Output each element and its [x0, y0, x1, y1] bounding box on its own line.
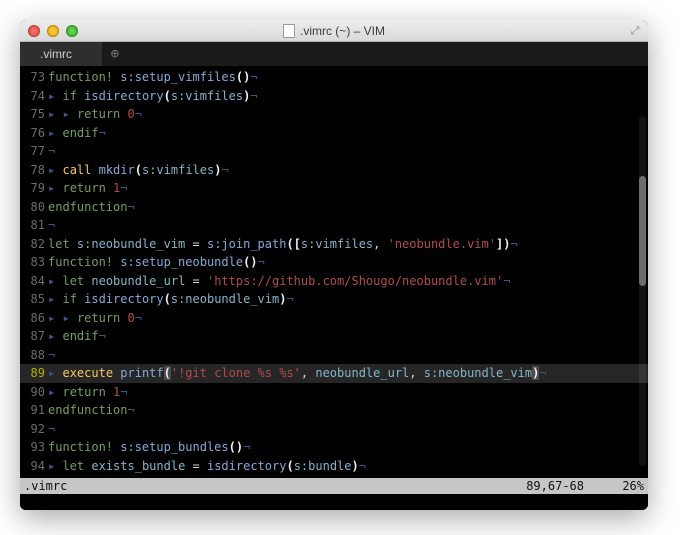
code-line: 90▸ return 1¬ [20, 383, 648, 402]
code-line: 91endfunction¬ [20, 401, 648, 420]
minimize-icon[interactable] [47, 25, 59, 37]
code-line: 81¬ [20, 216, 648, 235]
code-line: 83function! s:setup_neobundle()¬ [20, 253, 648, 272]
code-line: 80endfunction¬ [20, 198, 648, 217]
code-line: 92¬ [20, 420, 648, 439]
cursor-line: 89▸ execute printf('!git clone %s %s', n… [20, 364, 648, 383]
document-icon [283, 24, 295, 38]
scroll-thumb[interactable] [639, 176, 646, 286]
code-line: 85▸ if isdirectory(s:neobundle_vim)¬ [20, 290, 648, 309]
code-line: 75▸ ▸ return 0¬ [20, 105, 648, 124]
code-line: 78▸ call mkdir(s:vimfiles)¬ [20, 161, 648, 180]
tab-label: .vimrc [40, 47, 72, 61]
status-position: 89,67-68 [526, 479, 584, 493]
window-title: .vimrc (~) – VIM [20, 24, 648, 38]
status-file: .vimrc [24, 479, 67, 493]
scrollbar[interactable] [639, 116, 646, 466]
code-line: 84▸ let neobundle_url = 'https://github.… [20, 272, 648, 291]
status-percent: 26% [584, 479, 644, 493]
code-line: 79▸ return 1¬ [20, 179, 648, 198]
add-tab-button[interactable]: ⊕ [103, 42, 127, 66]
titlebar[interactable]: .vimrc (~) – VIM ⤢ [20, 20, 648, 42]
code-line: 76▸ endif¬ [20, 124, 648, 143]
tab-bar: .vimrc ⊕ [20, 42, 648, 66]
code-line: 77¬ [20, 142, 648, 161]
fullscreen-icon[interactable]: ⤢ [628, 24, 642, 38]
code-line: 93function! s:setup_bundles()¬ [20, 438, 648, 457]
code-line: 82let s:neobundle_vim = s:join_path([s:v… [20, 235, 648, 254]
tab-vimrc[interactable]: .vimrc [20, 42, 103, 66]
command-line[interactable] [20, 494, 648, 510]
code-line: 87▸ endif¬ [20, 327, 648, 346]
code-line: 74▸ if isdirectory(s:vimfiles)¬ [20, 87, 648, 106]
code-line: 94▸ let exists_bundle = isdirectory(s:bu… [20, 457, 648, 476]
code-lines: 73function! s:setup_vimfiles()¬ 74▸ if i… [20, 66, 648, 475]
zoom-icon[interactable] [66, 25, 78, 37]
app-window: .vimrc (~) – VIM ⤢ .vimrc ⊕ 73function! … [20, 20, 648, 510]
status-bar: .vimrc 89,67-68 26% [20, 478, 648, 494]
code-line: 88¬ [20, 346, 648, 365]
code-line: 73function! s:setup_vimfiles()¬ [20, 68, 648, 87]
editor-area[interactable]: 73function! s:setup_vimfiles()¬ 74▸ if i… [20, 66, 648, 478]
code-line: 86▸ ▸ return 0¬ [20, 309, 648, 328]
window-title-text: .vimrc (~) – VIM [300, 24, 385, 38]
close-icon[interactable] [28, 25, 40, 37]
traffic-lights [28, 25, 78, 37]
